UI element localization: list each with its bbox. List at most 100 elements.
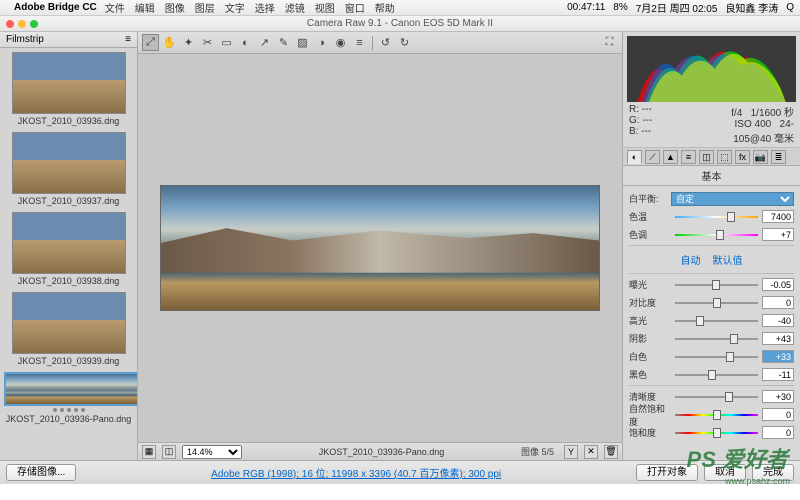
redeye-tool[interactable]: ✎	[275, 34, 292, 51]
minimize-icon[interactable]	[18, 20, 26, 28]
zoom-select[interactable]: 14.4%	[182, 445, 242, 459]
window-titlebar: Camera Raw 9.1 - Canon EOS 5D Mark II	[0, 16, 800, 32]
rotate-cw[interactable]: ↻	[396, 34, 413, 51]
thumbnail-item[interactable]: JKOST_2010_03938.dng	[4, 212, 133, 286]
status-time: 00:47:11	[567, 2, 605, 13]
close-icon[interactable]	[6, 20, 14, 28]
thumbnail-item[interactable]: JKOST_2010_03937.dng	[4, 132, 133, 206]
workflow-link[interactable]: Adobe RGB (1998); 16 位; 11998 x 3396 (40…	[211, 469, 501, 480]
thumbnail-item[interactable]: JKOST_2010_03939.dng	[4, 292, 133, 366]
panel-tabs: ◐ ⟋ ▲ ≡ ◫ ⬚ fx 📷 ≣	[623, 148, 800, 166]
bottom-bar: 存储图像... Adobe RGB (1998); 16 位; 11998 x …	[0, 460, 800, 484]
toolbar: ⤢ ✋ ✦ ✂ ▭ ◐ ↗ ✎ ▨ ◑ ◉ ≡ ↺ ↻ ⛶	[138, 32, 622, 54]
menu-type[interactable]: 文字	[225, 0, 245, 15]
slider-tint[interactable]: 色调+7	[629, 227, 794, 242]
tab-fx[interactable]: fx	[735, 150, 750, 164]
zoom-tool[interactable]: ⤢	[142, 34, 159, 51]
slider-contrast[interactable]: 对比度0	[629, 295, 794, 310]
tab-split[interactable]: ◫	[699, 150, 714, 164]
thumbnail-item-selected[interactable]: JKOST_2010_03936-Pano.dng	[4, 372, 133, 424]
hand-tool[interactable]: ✋	[161, 34, 178, 51]
value-shadows[interactable]: +43	[762, 332, 794, 345]
filmstrip-title: Filmstrip	[6, 34, 44, 45]
value-blacks[interactable]: -11	[762, 368, 794, 381]
tab-curve[interactable]: ⟋	[645, 150, 660, 164]
menu-window[interactable]: 窗口	[345, 0, 365, 15]
menu-filter[interactable]: 滤镜	[285, 0, 305, 15]
thumbnail-list[interactable]: JKOST_2010_03936.dng JKOST_2010_03937.dn…	[0, 48, 137, 460]
value-clarity[interactable]: +30	[762, 390, 794, 403]
slider-highlights[interactable]: 高光-40	[629, 313, 794, 328]
menu-layer[interactable]: 图层	[195, 0, 215, 15]
save-button[interactable]: 存储图像...	[6, 464, 76, 481]
status-date: 7月2日 周四 02:05	[636, 0, 718, 15]
trash-icon[interactable]: 🗑	[604, 445, 618, 459]
thumbnail-item[interactable]: JKOST_2010_03936.dng	[4, 52, 133, 126]
menu-edit[interactable]: 编辑	[135, 0, 155, 15]
mark-icon[interactable]: Y	[564, 445, 578, 459]
menu-image[interactable]: 图像	[165, 0, 185, 15]
status-user[interactable]: 良知鑫 李涛	[725, 0, 778, 15]
radial-filter-tool[interactable]: ◉	[332, 34, 349, 51]
slider-saturation[interactable]: 饱和度0	[629, 425, 794, 440]
menu-select[interactable]: 选择	[255, 0, 275, 15]
filmstrip-panel: Filmstrip ≡ JKOST_2010_03936.dng JKOST_2…	[0, 32, 138, 460]
open-button[interactable]: 打开对象	[636, 464, 698, 481]
value-highlights[interactable]: -40	[762, 314, 794, 327]
menu-view[interactable]: 视图	[315, 0, 335, 15]
fullscreen-icon[interactable]: ⛶	[601, 34, 618, 51]
slider-shadows[interactable]: 阴影+43	[629, 331, 794, 346]
tab-presets[interactable]: ≣	[771, 150, 786, 164]
menu-file[interactable]: 文件	[105, 0, 125, 15]
default-link[interactable]: 默认值	[713, 252, 743, 267]
filmstrip-menu-icon[interactable]: ≡	[125, 34, 131, 45]
grid-icon[interactable]: ▦	[142, 445, 156, 459]
reject-icon[interactable]: ✕	[584, 445, 598, 459]
straighten-tool[interactable]: ◐	[237, 34, 254, 51]
slider-temp[interactable]: 色温7400	[629, 209, 794, 224]
spotlight-icon[interactable]: Q	[786, 2, 794, 13]
slider-blacks[interactable]: 黑色-11	[629, 367, 794, 382]
crop-tool[interactable]: ▭	[218, 34, 235, 51]
value-temp[interactable]: 7400	[762, 210, 794, 223]
rotate-ccw[interactable]: ↺	[377, 34, 394, 51]
value-saturation[interactable]: 0	[762, 426, 794, 439]
slider-whites[interactable]: 白色+33	[629, 349, 794, 364]
preview-image	[160, 185, 600, 311]
menu-help[interactable]: 帮助	[375, 0, 395, 15]
maximize-icon[interactable]	[30, 20, 38, 28]
image-canvas[interactable]	[138, 54, 622, 442]
tab-camera[interactable]: 📷	[753, 150, 768, 164]
status-bar: ▦ ◫ 14.4% JKOST_2010_03936-Pano.dng 图像 5…	[138, 442, 622, 460]
panel-title: 基本	[623, 166, 800, 186]
auto-link[interactable]: 自动	[681, 252, 701, 267]
exif-info: R: --- G: --- B: --- f/4 1/1600 秒 ISO 40…	[623, 102, 800, 148]
adjustment-brush-tool[interactable]: ▨	[294, 34, 311, 51]
value-vibrance[interactable]: 0	[762, 408, 794, 421]
image-counter: 图像 5/5	[521, 445, 554, 458]
slider-vibrance[interactable]: 自然饱和度0	[629, 407, 794, 422]
value-contrast[interactable]: 0	[762, 296, 794, 309]
current-filename: JKOST_2010_03936-Pano.dng	[248, 447, 515, 457]
color-sampler-tool[interactable]: ✂	[199, 34, 216, 51]
value-tint[interactable]: +7	[762, 228, 794, 241]
wb-tool[interactable]: ✦	[180, 34, 197, 51]
adjustments-panel: R: --- G: --- B: --- f/4 1/1600 秒 ISO 40…	[622, 32, 800, 460]
value-exposure[interactable]: -0.05	[762, 278, 794, 291]
status-battery: 8%	[613, 2, 627, 13]
wb-select[interactable]: 自定	[671, 192, 794, 206]
watermark-url: www.psahz.com	[725, 476, 790, 486]
slider-exposure[interactable]: 曝光-0.05	[629, 277, 794, 292]
spot-tool[interactable]: ↗	[256, 34, 273, 51]
graduated-filter-tool[interactable]: ◑	[313, 34, 330, 51]
app-name[interactable]: Adobe Bridge CC	[14, 2, 97, 13]
tab-lens[interactable]: ⬚	[717, 150, 732, 164]
tab-detail[interactable]: ▲	[663, 150, 678, 164]
prefs-tool[interactable]: ≡	[351, 34, 368, 51]
compare-icon[interactable]: ◫	[162, 445, 176, 459]
tab-hsl[interactable]: ≡	[681, 150, 696, 164]
tab-basic[interactable]: ◐	[627, 150, 642, 164]
histogram[interactable]	[627, 36, 796, 102]
macos-menubar: Adobe Bridge CC 文件 编辑 图像 图层 文字 选择 滤镜 视图 …	[0, 0, 800, 16]
value-whites[interactable]: +33	[762, 350, 794, 363]
